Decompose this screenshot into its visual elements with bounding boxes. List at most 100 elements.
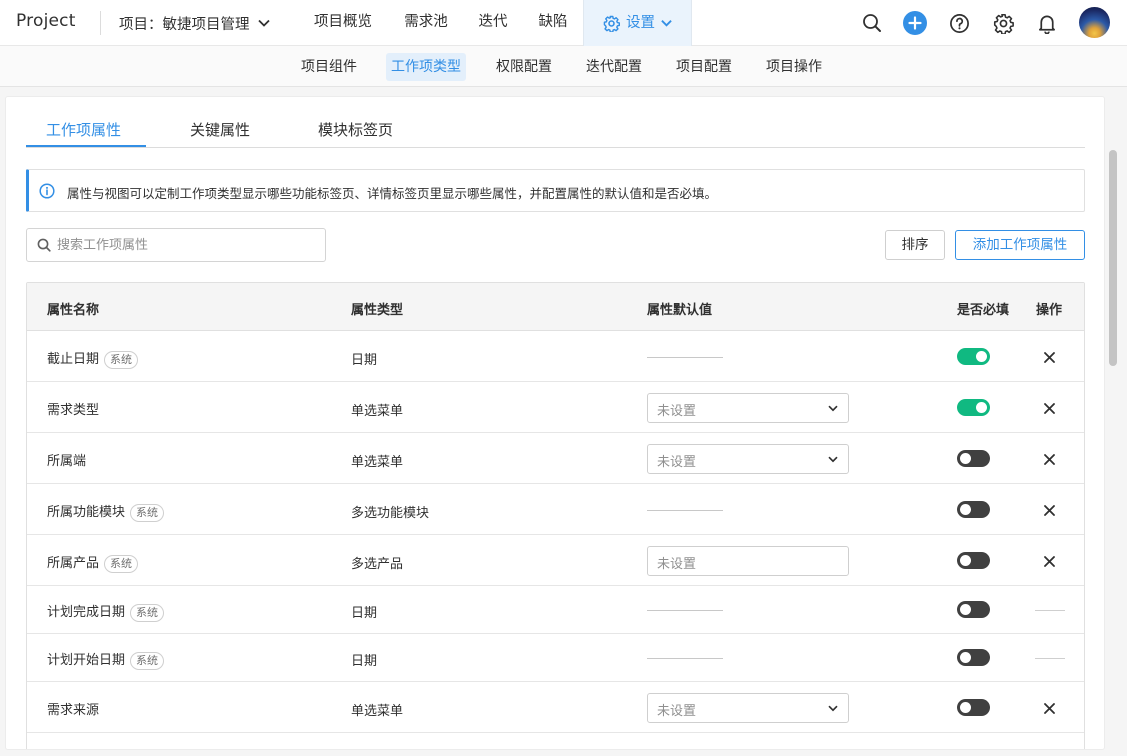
default-value-select[interactable]: 未设置: [647, 444, 849, 474]
attribute-name-cell: 需求类型: [47, 399, 99, 418]
required-toggle[interactable]: [957, 501, 990, 518]
required-toggle[interactable]: [957, 399, 990, 416]
notifications-button[interactable]: [1035, 11, 1059, 35]
default-value-placeholder: 未设置: [657, 557, 697, 572]
table-row: 计划开始日期 系统 日期: [27, 634, 1084, 682]
default-value-select[interactable]: 未设置: [647, 393, 849, 423]
default-value-input[interactable]: 未设置: [647, 546, 849, 576]
column-header-type: 属性类型: [351, 303, 404, 318]
attribute-name: 需求来源: [47, 703, 100, 718]
nav-item-settings[interactable]: 设置: [583, 0, 692, 46]
tab-module-tabs[interactable]: 模块标签页: [318, 119, 393, 140]
close-icon: [1043, 351, 1055, 363]
toggle-knob: [960, 555, 971, 566]
subnav-item-project-config[interactable]: 项目配置: [671, 53, 737, 81]
system-tag: 系统: [130, 503, 165, 522]
default-empty-dash: [647, 658, 723, 659]
settings-button[interactable]: [991, 11, 1015, 35]
table-row: 需求来源 单选菜单 未设置: [27, 682, 1084, 733]
attribute-type: 日期: [351, 353, 378, 368]
delete-attribute-button[interactable]: [1041, 553, 1057, 569]
subnav-item-work-item-types[interactable]: 工作项类型: [386, 53, 466, 81]
search-icon: [863, 14, 881, 32]
toggle-knob: [960, 652, 971, 663]
default-empty-dash: [647, 510, 723, 511]
top-bar: Project 项目：敏捷项目管理 项目概览 需求池 迭代 缺陷 设置: [0, 0, 1127, 46]
bell-icon: [1038, 14, 1056, 34]
table-row: 所属功能模块 系统 多选功能模块: [27, 484, 1084, 535]
attribute-name-cell: 计划完成日期 系统: [47, 601, 165, 622]
default-value-placeholder: 未设置: [657, 455, 697, 470]
chevron-down-icon: [828, 456, 838, 463]
attribute-name-cell: 所属功能模块 系统: [47, 501, 165, 522]
delete-attribute-button[interactable]: [1041, 400, 1057, 416]
delete-attribute-button[interactable]: [1041, 700, 1057, 716]
search-input[interactable]: [57, 235, 317, 255]
subnav-item-iteration-config[interactable]: 迭代配置: [581, 53, 647, 81]
close-icon: [1043, 702, 1055, 714]
scrollbar-thumb[interactable]: [1109, 150, 1117, 366]
column-header-default: 属性默认值: [647, 303, 713, 318]
nav-settings-label: 设置: [626, 14, 655, 31]
delete-attribute-button[interactable]: [1041, 502, 1057, 518]
system-tag: 系统: [130, 603, 165, 622]
nav-item-backlog[interactable]: 需求池: [403, 0, 449, 46]
attribute-name: 所属功能模块: [47, 505, 126, 520]
delete-attribute-button[interactable]: [1041, 349, 1057, 365]
gear-icon: [603, 15, 620, 32]
gear-icon: [993, 13, 1014, 34]
attribute-name: 截止日期: [47, 352, 100, 367]
table-row: 需求类型 单选菜单 未设置: [27, 382, 1084, 433]
delete-attribute-button[interactable]: [1041, 451, 1057, 467]
subnav-item-project-actions[interactable]: 项目操作: [761, 53, 827, 81]
default-value-select[interactable]: 未设置: [647, 693, 849, 723]
required-toggle[interactable]: [957, 601, 990, 618]
toggle-knob: [960, 702, 971, 713]
subnav-item-permissions[interactable]: 权限配置: [491, 53, 557, 81]
project-selector[interactable]: 项目：敏捷项目管理: [119, 13, 270, 34]
close-icon: [1043, 504, 1055, 516]
attribute-name-cell: 截止日期 系统: [47, 348, 139, 369]
toggle-knob: [976, 402, 987, 413]
toggle-knob: [960, 504, 971, 515]
attribute-type: 多选功能模块: [351, 506, 430, 521]
help-button[interactable]: [947, 11, 971, 35]
attribute-name-cell: 需求来源: [47, 699, 99, 718]
attribute-name: 需求类型: [47, 403, 100, 418]
attribute-type: 单选菜单: [351, 704, 404, 719]
required-toggle[interactable]: [957, 348, 990, 365]
table-row: 计划完成日期 系统 日期: [27, 586, 1084, 634]
chevron-down-icon: [828, 405, 838, 412]
nav-item-overview[interactable]: 项目概览: [313, 0, 373, 46]
table-row: 所属端 单选菜单 未设置: [27, 433, 1084, 484]
toggle-knob: [976, 351, 987, 362]
tab-key-attributes[interactable]: 关键属性: [190, 119, 250, 140]
attribute-type: 单选菜单: [351, 455, 404, 470]
column-header-required: 是否必填: [957, 303, 1010, 318]
user-avatar[interactable]: [1079, 7, 1110, 38]
add-attribute-button[interactable]: 添加工作项属性: [955, 230, 1085, 260]
brand-divider: [100, 11, 101, 35]
required-toggle[interactable]: [957, 649, 990, 666]
default-value-placeholder: 未设置: [657, 404, 697, 419]
toggle-knob: [960, 604, 971, 615]
system-tag: 系统: [130, 651, 165, 670]
required-toggle[interactable]: [957, 450, 990, 467]
required-toggle[interactable]: [957, 552, 990, 569]
search-button[interactable]: [860, 11, 884, 35]
brand-logo[interactable]: Project: [16, 11, 76, 31]
subnav-item-components[interactable]: 项目组件: [296, 53, 362, 81]
attribute-name: 计划完成日期: [47, 605, 126, 620]
tab-work-item-attributes[interactable]: 工作项属性: [46, 119, 121, 140]
attributes-table: 属性名称 属性类型 属性默认值 是否必填 操作 截止日期 系统 日期 需求类型 单选菜单…: [26, 282, 1085, 749]
add-button[interactable]: [903, 11, 927, 35]
nav-item-defects[interactable]: 缺陷: [537, 0, 569, 46]
sort-button[interactable]: 排序: [885, 230, 945, 260]
chevron-down-icon: [828, 705, 838, 712]
active-tab-indicator: [26, 145, 146, 147]
notice-text: 属性与视图可以定制工作项类型显示哪些功能标签页、详情标签页里显示哪些属性，并配置…: [67, 186, 718, 201]
nav-item-iteration[interactable]: 迭代: [478, 0, 508, 46]
required-toggle[interactable]: [957, 699, 990, 716]
system-tag: 系统: [104, 554, 139, 573]
search-box[interactable]: [26, 228, 326, 262]
